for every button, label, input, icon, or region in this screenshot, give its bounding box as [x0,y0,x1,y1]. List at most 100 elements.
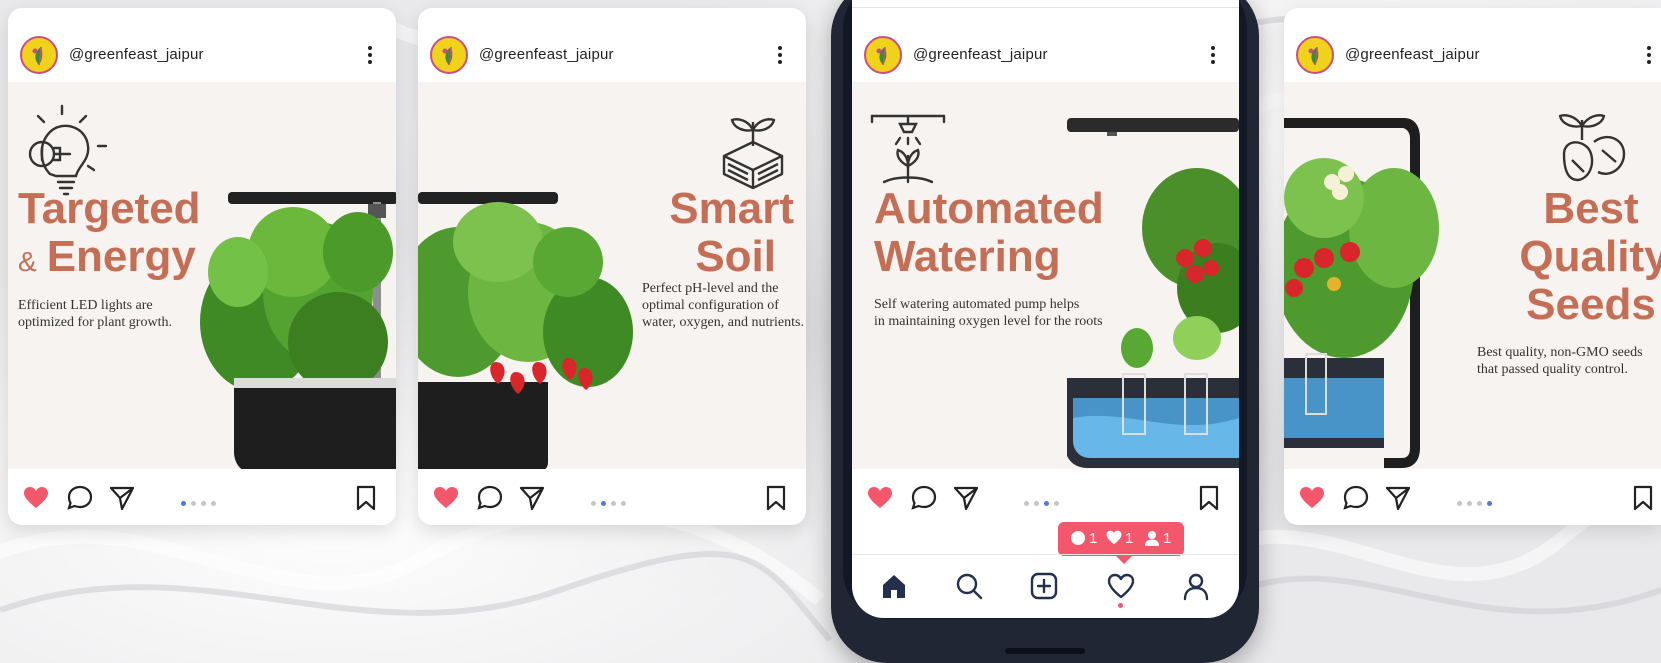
comment-icon[interactable] [1342,484,1370,512]
carousel-dot[interactable] [1457,501,1462,507]
smart-garden-tomato-image [1284,118,1439,468]
share-send-icon[interactable] [518,484,546,512]
leaf-logo-icon [442,46,453,66]
bookmark-save-icon[interactable] [1629,484,1657,512]
post-actions [852,469,1239,525]
bookmark-save-icon[interactable] [1195,484,1223,512]
carousel-dot[interactable] [1487,501,1492,507]
post-actions [1284,469,1661,525]
carousel-dot[interactable] [1054,501,1059,507]
carousel-dots [181,495,221,507]
activity-indicator-dot [1118,603,1123,608]
description-line-1: Efficient LED lights are [18,298,153,313]
like-heart-icon[interactable] [432,484,460,512]
carousel-dot[interactable] [1477,501,1482,507]
person-icon [1145,531,1159,546]
like-heart-icon[interactable] [22,484,50,512]
post-image[interactable]: Targeted & Energy Efficient LED lights ar… [8,82,396,469]
carousel-dot[interactable] [1467,501,1472,507]
share-send-icon[interactable] [108,484,136,512]
watering-sprinkler-icon [870,114,946,184]
comment-bubble-icon [1071,531,1085,545]
description-line-1: Perfect pH-level and the [642,281,779,296]
post-image[interactable]: Automated Watering Self watering automat… [852,82,1239,469]
carousel-dot[interactable] [191,501,196,507]
username[interactable]: @greenfeast_jaipur [479,46,614,63]
post-actions [8,469,396,525]
smart-garden-strawberry-image [418,192,633,469]
post-description: Perfect pH-level and the optimal configu… [642,280,804,331]
notif-likes: 1 [1106,530,1133,548]
post-card-3: @greenfeast_jaipur Automated Watering Se… [852,8,1239,525]
carousel-dot[interactable] [201,501,206,507]
username[interactable]: @greenfeast_jaipur [69,46,204,63]
headline-line-2: Quality [1519,232,1661,281]
carousel-dot[interactable] [1034,501,1039,507]
headline-word: Energy [46,232,196,281]
share-send-icon[interactable] [952,484,980,512]
headline-line-2: & Energy [18,233,196,286]
notif-comments: 1 [1070,530,1097,548]
headline-ampersand: & [18,246,37,277]
post-card-2: @greenfeast_jaipur Smart Soil Perfect pH… [418,8,806,525]
post-image[interactable]: Best Quality Seeds Best quality, non-GMO… [1284,82,1661,469]
carousel-dot[interactable] [621,501,626,507]
avatar[interactable] [1296,36,1334,74]
description-line-2: that passed quality control. [1477,362,1628,377]
description-line-2: optimized for plant growth. [18,315,172,330]
carousel-dot[interactable] [601,501,606,507]
phone-top-bar [852,0,1239,8]
headline-line-1: Best [1543,184,1639,233]
bookmark-save-icon[interactable] [762,484,790,512]
post-image[interactable]: Smart Soil Perfect pH-level and the opti… [418,82,806,469]
carousel-dot[interactable] [1024,501,1029,507]
comment-icon[interactable] [476,484,504,512]
carousel-dot[interactable] [211,501,216,507]
more-options-icon[interactable] [1205,44,1221,66]
bookmark-save-icon[interactable] [352,484,380,512]
like-heart-icon[interactable] [1298,484,1326,512]
carousel-dot[interactable] [591,501,596,507]
more-options-icon[interactable] [772,44,788,66]
share-send-icon[interactable] [1384,484,1412,512]
post-header: @greenfeast_jaipur [8,8,396,82]
avatar[interactable] [20,36,58,74]
carousel-dot[interactable] [611,501,616,507]
carousel-dot[interactable] [181,501,186,507]
add-post-icon[interactable] [1029,571,1059,601]
description-line-3: water, oxygen, and nutrients. [642,315,804,330]
home-icon[interactable] [879,571,909,601]
activity-notification-bubble[interactable]: 1 1 1 [1058,522,1184,564]
post-header: @greenfeast_jaipur [418,8,806,82]
search-icon[interactable] [954,571,984,601]
post-card-1: @greenfeast_jaipur Targeted & Energy Effi… [8,8,396,525]
avatar[interactable] [430,36,468,74]
comment-icon[interactable] [910,484,938,512]
activity-heart-icon[interactable] [1106,571,1136,601]
post-description: Best quality, non-GMO seeds that passed … [1477,344,1643,378]
comment-icon[interactable] [66,484,94,512]
leaf-logo-icon [876,46,887,66]
post-card-4: @greenfeast_jaipur Best Quality Seeds Be… [1284,8,1661,525]
post-header: @greenfeast_jaipur [852,8,1239,82]
profile-icon[interactable] [1181,571,1211,601]
more-options-icon[interactable] [1641,44,1657,66]
username[interactable]: @greenfeast_jaipur [1345,46,1480,63]
headline-line-1: Smart [669,184,794,233]
carousel-dots [1457,495,1497,507]
smart-garden-basil-image [200,192,396,469]
headline-line-2: Soil [695,232,776,281]
notif-likes-count: 1 [1125,530,1134,547]
username[interactable]: @greenfeast_jaipur [913,46,1048,63]
like-heart-icon[interactable] [866,484,894,512]
carousel-dots [591,495,631,507]
post-description: Efficient LED lights are optimized for p… [18,297,172,331]
more-options-icon[interactable] [362,44,378,66]
headline-line-2: Watering [874,232,1061,281]
leaf-logo-icon [32,46,43,66]
soil-sprout-icon [722,118,784,190]
avatar[interactable] [864,36,902,74]
carousel-dot[interactable] [1044,501,1049,507]
description-line-1: Best quality, non-GMO seeds [1477,345,1643,360]
headline-line-1: Targeted [18,184,201,233]
